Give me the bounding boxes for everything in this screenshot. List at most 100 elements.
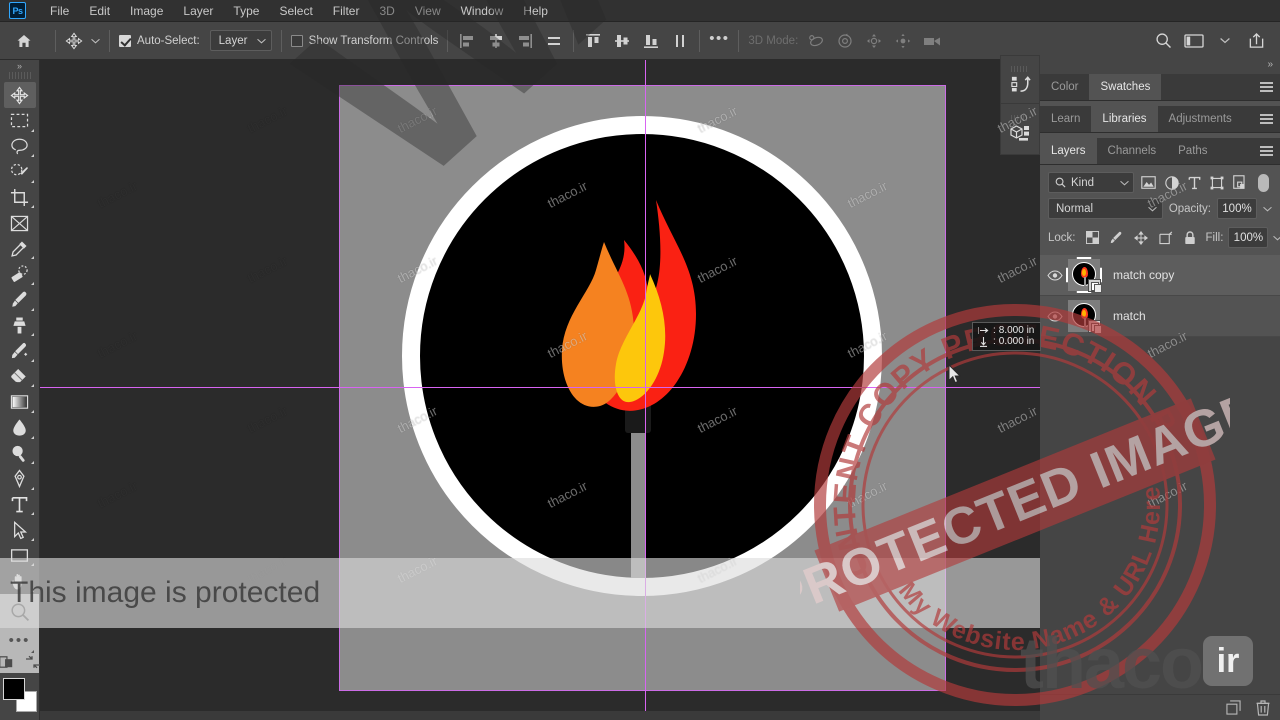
active-tool-preview[interactable] <box>65 32 100 50</box>
3d-orbit-icon[interactable] <box>806 31 826 51</box>
checkbox-box[interactable] <box>119 34 131 47</box>
filter-shape-icon[interactable] <box>1210 176 1224 190</box>
panel-menu-icon[interactable] <box>1260 138 1280 164</box>
share-icon[interactable] <box>1246 31 1266 51</box>
collapse-panels-right-icon[interactable]: » <box>1267 59 1273 70</box>
lock-image-pixels-icon[interactable] <box>1110 231 1123 244</box>
tab-adjustments[interactable]: Adjustments <box>1157 106 1243 132</box>
tool-path-selection[interactable] <box>4 517 36 543</box>
tool-rectangular-marquee[interactable] <box>4 108 36 134</box>
tool-move[interactable] <box>3 82 36 108</box>
menu-item-select[interactable]: Select <box>269 2 322 20</box>
tool-eraser[interactable] <box>4 364 36 390</box>
toolbar-collapse-button[interactable]: » <box>0 60 39 72</box>
tab-learn[interactable]: Learn <box>1040 106 1092 132</box>
align-vertical-centers-icon[interactable] <box>612 31 632 51</box>
tool-history-brush[interactable] <box>4 338 36 364</box>
tab-channels[interactable]: Channels <box>1096 138 1168 164</box>
layer-row-match-copy[interactable]: match copy <box>1040 255 1280 296</box>
layer-thumbnail[interactable] <box>1066 257 1102 293</box>
tool-frame[interactable] <box>4 210 36 236</box>
lock-all-icon[interactable] <box>1184 230 1196 245</box>
checkbox-box[interactable] <box>290 34 303 47</box>
lock-transparent-pixels-icon[interactable] <box>1085 231 1099 244</box>
search-icon[interactable] <box>1153 31 1173 51</box>
menu-item-help[interactable]: Help <box>513 2 558 20</box>
filter-enable-toggle[interactable] <box>1258 173 1269 192</box>
delete-layer-icon[interactable] <box>1256 699 1270 716</box>
tool-crop[interactable] <box>4 185 36 211</box>
opacity-value-field[interactable]: 100% <box>1217 198 1257 219</box>
tab-swatches[interactable]: Swatches <box>1089 74 1162 100</box>
opacity-chevron-down-icon[interactable] <box>1263 206 1272 212</box>
chevron-down-icon[interactable] <box>1215 31 1235 51</box>
new-layer-icon[interactable] <box>1226 700 1241 715</box>
auto-select-checkbox[interactable]: Auto-Select: <box>119 34 200 47</box>
tool-type[interactable] <box>4 492 36 518</box>
filter-pixel-icon[interactable] <box>1141 176 1156 189</box>
menu-item-3d[interactable]: 3D <box>369 2 404 20</box>
filter-type-icon[interactable] <box>1188 176 1201 190</box>
align-horizontal-centers-icon[interactable] <box>486 31 506 51</box>
filter-adjustment-icon[interactable] <box>1165 175 1179 190</box>
layer-row-match[interactable]: match <box>1040 296 1280 337</box>
fill-value-field[interactable]: 100% <box>1228 227 1269 248</box>
tool-lasso[interactable] <box>4 134 36 160</box>
lock-position-icon[interactable] <box>1133 230 1148 245</box>
distribute-vertical-icon[interactable] <box>670 31 690 51</box>
color-swatches[interactable] <box>2 678 37 712</box>
3d-camera-icon[interactable] <box>922 31 942 51</box>
align-top-edges-icon[interactable] <box>583 31 603 51</box>
panel-grip[interactable] <box>1011 66 1029 72</box>
tool-spot-healing-brush[interactable] <box>4 261 36 287</box>
screen-mode-icon[interactable] <box>25 655 41 669</box>
tool-brush[interactable] <box>4 287 36 313</box>
menu-item-file[interactable]: File <box>40 2 79 20</box>
rail-item-3d[interactable] <box>1001 104 1039 152</box>
foreground-color-swatch[interactable] <box>2 678 25 700</box>
menu-item-view[interactable]: View <box>405 2 451 20</box>
layer-filter-kind-dropdown[interactable]: Kind <box>1048 172 1134 193</box>
menu-item-edit[interactable]: Edit <box>79 2 120 20</box>
panel-menu-icon[interactable] <box>1260 106 1280 132</box>
tab-layers[interactable]: Layers <box>1040 138 1097 164</box>
history-panel-icon[interactable] <box>1010 75 1031 93</box>
tab-libraries[interactable]: Libraries <box>1091 106 1158 132</box>
workspace-icon[interactable] <box>1184 31 1204 51</box>
distribute-horizontal-icon[interactable] <box>544 31 564 51</box>
blend-mode-dropdown[interactable]: Normal <box>1048 198 1163 219</box>
edit-toolbar-ellipsis-icon[interactable]: ••• <box>4 626 36 655</box>
align-right-edges-icon[interactable] <box>515 31 535 51</box>
tool-pen[interactable] <box>4 466 36 492</box>
tool-eyedropper[interactable] <box>4 236 36 262</box>
more-options-icon[interactable]: ••• <box>709 31 729 51</box>
auto-select-scope-dropdown[interactable]: Layer <box>209 30 272 51</box>
toolbar-grip[interactable] <box>8 72 31 80</box>
layer-visibility-toggle[interactable] <box>1044 310 1066 322</box>
menu-item-type[interactable]: Type <box>223 2 269 20</box>
tool-clone-stamp[interactable] <box>4 313 36 339</box>
fill-chevron-down-icon[interactable] <box>1273 235 1280 241</box>
quick-mask-icon[interactable] <box>0 655 16 669</box>
filter-smart-object-icon[interactable] <box>1233 175 1247 190</box>
tool-dodge[interactable] <box>4 441 36 467</box>
tool-gradient[interactable] <box>4 389 36 415</box>
tab-color[interactable]: Color <box>1040 74 1090 100</box>
layer-visibility-toggle[interactable] <box>1044 269 1066 281</box>
show-transform-controls-checkbox[interactable]: Show Transform Controls <box>290 34 438 47</box>
layer-thumbnail[interactable] <box>1066 298 1102 334</box>
panel-menu-icon[interactable] <box>1260 74 1280 100</box>
align-left-edges-icon[interactable] <box>457 31 477 51</box>
3d-slide-icon[interactable] <box>893 31 913 51</box>
3d-roll-icon[interactable] <box>835 31 855 51</box>
chevron-down-icon[interactable] <box>91 38 100 44</box>
menu-item-window[interactable]: Window <box>451 2 514 20</box>
layer-name[interactable]: match copy <box>1113 268 1174 282</box>
layer-name[interactable]: match <box>1113 309 1146 323</box>
menu-item-image[interactable]: Image <box>120 2 173 20</box>
tool-blur[interactable] <box>4 415 36 441</box>
3d-panel-icon[interactable] <box>1009 124 1031 142</box>
align-bottom-edges-icon[interactable] <box>641 31 661 51</box>
tool-object-selection[interactable] <box>4 159 36 185</box>
tab-paths[interactable]: Paths <box>1167 138 1219 164</box>
